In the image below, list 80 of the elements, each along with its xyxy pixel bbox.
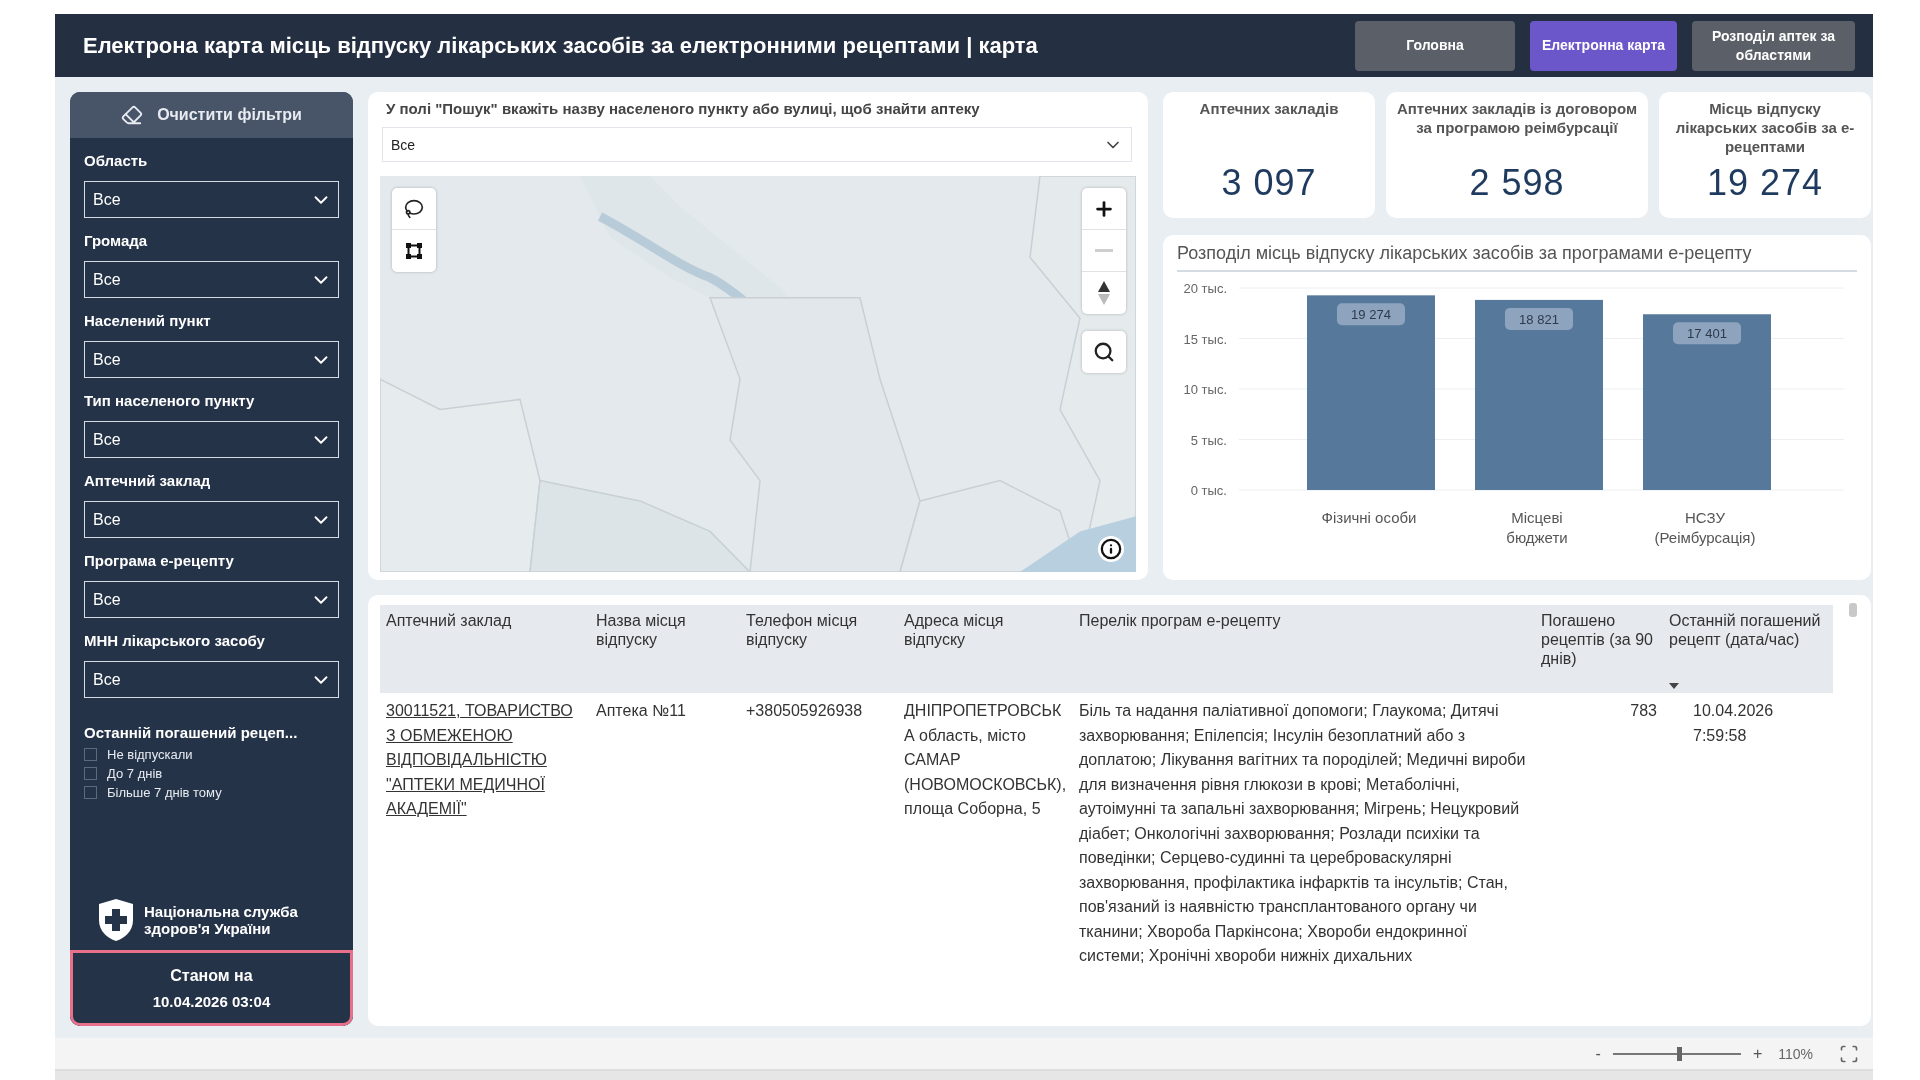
kpi-label: Місць відпуску лікарських засобів за е-рецептами (1674, 100, 1856, 157)
checkbox-option[interactable]: Не відпускали (84, 747, 339, 762)
zoom-slider-thumb[interactable] (1677, 1046, 1683, 1061)
nav-button[interactable]: Головна (1355, 20, 1515, 71)
kpi-label: Аптечних закладів (1199, 100, 1339, 119)
pharmacy-link[interactable]: 30011521, ТОВАРИСТВО З ОБМЕЖЕНОЮ ВІДПОВІДАЛЬНІСТЮ "АПТЕКИ МЕДИЧНОЇ АКАДЕМІЇ" (386, 699, 584, 822)
table-cell-text: 783 (1629, 701, 1658, 721)
checkbox[interactable] (84, 786, 97, 799)
value-label-background (1505, 307, 1573, 330)
value-label: 19 274 (1351, 307, 1391, 323)
column-header[interactable]: Аптечний заклад (380, 605, 590, 693)
filter-dropdown[interactable]: Все (84, 501, 339, 538)
zoom-in-control[interactable]: + (1752, 1044, 1763, 1063)
zoom-percent: 110% (1778, 1045, 1813, 1062)
clear-filters-button[interactable]: Очистити фільтри (70, 92, 353, 138)
checkbox-option[interactable]: До 7 днів (84, 766, 339, 781)
window-title: Електрона карта місць відпуску лікарських засобів за електронними рецептами | карта (83, 32, 1039, 59)
axis-tick-label: 10 тыс. (1183, 382, 1227, 397)
chart-title: Розподіл місць відпуску лікарських засобів за програмами е-рецепту (1177, 243, 1857, 272)
org-name: Національна служба здоров'я України (144, 902, 299, 938)
fit-to-page-icon[interactable] (1839, 1043, 1859, 1064)
filter-label: Громада (84, 232, 149, 249)
minus-icon (1095, 249, 1113, 252)
table-cell-text: ДНІПРОПЕТРОВСЬКА область, місто САМАР (НОВОМОСКОВСЬК), площа Соборна, 5 (903, 701, 1068, 819)
axis-tick-label: 20 тыс. (1183, 281, 1227, 296)
column-header[interactable]: Останній погашений рецепт (дата/час) (1663, 605, 1833, 693)
category-label: Фізичні особи (1320, 508, 1418, 528)
filter-label: Аптечний заклад (84, 472, 212, 489)
value-label-background (1337, 303, 1405, 326)
axis-tick-label: 0 тыс. (1190, 483, 1227, 498)
nav-button[interactable]: Розподіл аптек за областями (1692, 20, 1855, 71)
column-header[interactable]: Назва місця відпуску (590, 605, 740, 693)
table-cell-text: Біль та надання паліативної допомоги; Глаукома; Дитячі захворювання; Епілепсія; Інсулін безоплатний або з доплатою; Лікування вагітних та породілей; Медичні вироби для визначення рівня глюкози в крові; Метаболічні, аутоімунні та запальні захворювання; Мігрень; Нецукровий діабет; Онкологічні захворювання; Розлади психіки та поведінки; Серцево-судинні та цереброваскулярні захворювання, профілактика інфарктів та інсультів; Стан, пов'язаний із наявністю трансплантованого органу чи тканини; Хвороба Паркінсона; Хвороби ендокринної системи; Хронічні хвороби нижніх дихальних (1078, 701, 1527, 966)
category-label: Місцеві бюджети (1505, 508, 1569, 547)
rectangle-select-icon (405, 242, 423, 260)
compass-icon (1098, 281, 1110, 305)
axis-tick-label: 15 тыс. (1183, 331, 1227, 347)
eraser-icon (121, 104, 144, 126)
value-label: 18 821 (1519, 311, 1559, 327)
as-of-date: 10.04.2026 03:04 (152, 992, 271, 1010)
kpi-value: 19 274 (1706, 162, 1824, 204)
scrollbar-thumb[interactable] (1849, 603, 1857, 617)
filter-dropdown[interactable]: Все (84, 581, 339, 618)
filter-dropdown[interactable]: Все (84, 341, 339, 378)
table-cell-text: +380505926938 (745, 701, 864, 721)
table-cell-text: Аптека №11 (595, 701, 687, 721)
zoom-out-control[interactable]: - (1595, 1044, 1601, 1063)
as-of-label: Станом на (170, 966, 253, 985)
nav-button[interactable]: Електронна карта (1530, 20, 1677, 71)
lasso-icon (404, 198, 424, 219)
filter-label: Тип населеного пункту (84, 392, 256, 409)
axis-tick-label: 5 тыс. (1190, 432, 1227, 448)
filter-dropdown[interactable]: Все (84, 261, 339, 298)
column-header[interactable]: Перелік програм е-рецепту (1073, 605, 1535, 693)
search-dropdown[interactable]: Все (382, 127, 1132, 162)
filter-dropdown[interactable]: Все (84, 181, 339, 218)
info-icon (1100, 538, 1122, 560)
filter-label: Населений пункт (84, 312, 212, 329)
shield-cross-icon (98, 898, 134, 942)
value-label-background (1673, 322, 1741, 345)
search-icon (1093, 341, 1115, 363)
filter-label: МНН лікарського засобу (84, 632, 266, 649)
value-label: 17 401 (1687, 326, 1727, 342)
filter-dropdown[interactable]: Все (84, 421, 339, 458)
column-header[interactable]: Адреса місця відпуску (898, 605, 1073, 693)
column-header[interactable]: Телефон місця відпуску (740, 605, 898, 693)
column-header[interactable]: Погашено рецептів (за 90 днів) (1535, 605, 1663, 693)
filter-label: Область (84, 152, 149, 169)
search-hint: У полі "Пошук" вкажіть назву населеного пункту або вулиці, щоб знайти аптеку (386, 100, 981, 117)
table-cell-text: 10.04.2026 7:59:58 (1692, 701, 1775, 746)
kpi-label: Аптечних закладів із договором за програмою реімбурсації (1395, 100, 1638, 138)
checkbox-option[interactable]: Більше 7 днів тому (84, 785, 339, 800)
kpi-value: 3 097 (1221, 162, 1317, 204)
filter-dropdown[interactable]: Все (84, 661, 339, 698)
checkbox[interactable] (84, 748, 97, 761)
category-label: НСЗУ (Реімбурсація) (1653, 508, 1757, 547)
filter-label: Останній погашений рецеп... (84, 724, 299, 741)
kpi-value: 2 598 (1469, 162, 1565, 204)
filter-label: Програма е-рецепту (84, 552, 235, 569)
checkbox[interactable] (84, 767, 97, 780)
